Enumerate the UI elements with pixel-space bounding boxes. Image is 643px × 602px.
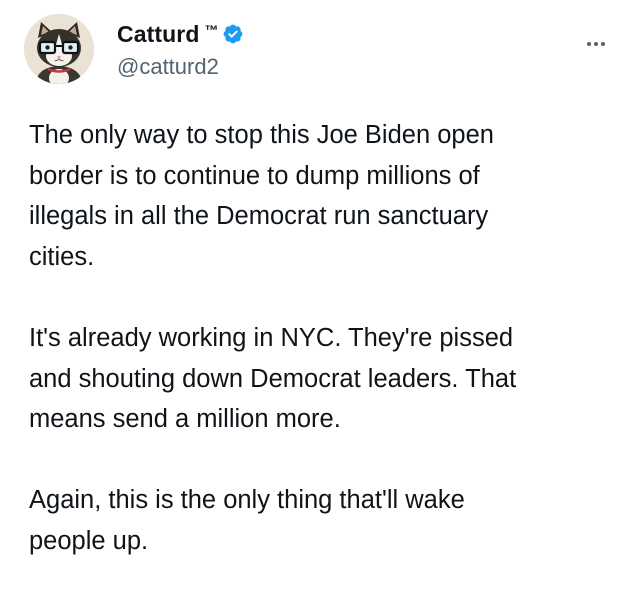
tweet-line: Again, this is the only thing that'll wa…	[29, 486, 465, 515]
tweet-line: The only way to stop this Joe Biden open	[29, 121, 494, 149]
more-options-dot	[601, 42, 605, 46]
tweet-line: and shouting down Democrat leaders. That	[29, 364, 517, 393]
more-options-icon	[587, 42, 591, 46]
author-handle[interactable]: @catturd2	[117, 54, 219, 80]
tweet-line: illegals in all the Democrat run sanctua…	[29, 202, 489, 231]
cat-with-glasses-avatar-icon	[24, 14, 94, 84]
avatar[interactable]	[24, 14, 94, 84]
tweet-line: cities.	[29, 242, 95, 271]
display-name[interactable]: Catturd	[117, 21, 199, 48]
tweet-line: people up.	[29, 526, 149, 555]
tweet-paragraph: The only way to stop this Joe Biden open…	[29, 115, 629, 277]
verified-badge-icon	[222, 23, 244, 45]
tweet-line: It's already working in NYC. They're pis…	[29, 323, 514, 352]
tweet-header: Catturd ™ @catturd2	[24, 14, 624, 84]
tweet-paragraph: Again, this is the only thing that'll wa…	[29, 480, 629, 561]
trademark-symbol: ™	[204, 22, 219, 38]
more-options-button[interactable]	[576, 34, 616, 54]
more-options-dot	[594, 42, 598, 46]
tweet-line: border is to continue to dump millions o…	[29, 161, 480, 190]
author-name-row[interactable]: Catturd ™	[117, 20, 244, 48]
tweet-text: The only way to stop this Joe Biden open…	[29, 115, 629, 602]
tweet-line: means send a million more.	[29, 405, 341, 434]
tweet-paragraph: It's already working in NYC. They're pis…	[29, 318, 629, 440]
